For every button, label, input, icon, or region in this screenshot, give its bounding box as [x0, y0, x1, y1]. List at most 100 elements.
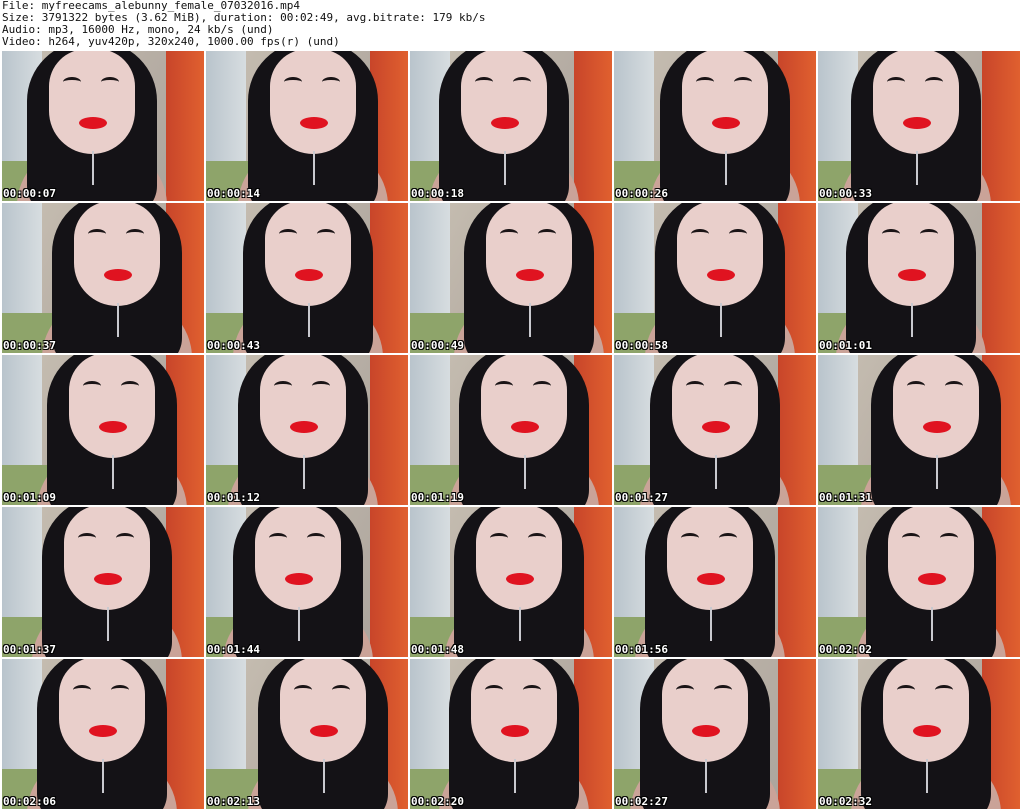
eye [83, 381, 101, 391]
thumbnail-timestamp: 00:01:56 [615, 643, 668, 656]
eye [528, 533, 546, 543]
thumbnail-timestamp: 00:00:33 [819, 187, 872, 200]
eye [274, 381, 292, 391]
face [260, 355, 346, 458]
thumbnail-timestamp: 00:00:14 [207, 187, 260, 200]
necklace [303, 455, 305, 489]
red-lips [491, 117, 519, 129]
face [662, 659, 748, 762]
thumbnail-timestamp: 00:00:43 [207, 339, 260, 352]
face [471, 659, 557, 762]
eye [332, 685, 350, 695]
face [476, 507, 562, 610]
thumbnail-timestamp: 00:02:32 [819, 795, 872, 808]
face [74, 203, 160, 306]
face [677, 203, 763, 306]
video-thumbnail: 00:01:48 [410, 507, 612, 657]
necklace [926, 759, 928, 793]
video-thumbnail: 00:02:20 [410, 659, 612, 809]
necklace [710, 607, 712, 641]
necklace [504, 151, 506, 185]
eye [729, 229, 747, 239]
thumbnail-timestamp: 00:00:58 [615, 339, 668, 352]
eye [312, 381, 330, 391]
eye [691, 229, 709, 239]
necklace [916, 151, 918, 185]
video-thumbnail: 00:02:02 [818, 507, 1020, 657]
red-lips [707, 269, 735, 281]
eye [907, 381, 925, 391]
eye [887, 77, 905, 87]
face [486, 203, 572, 306]
video-thumbnail: 00:02:32 [818, 659, 1020, 809]
video-thumbnail: 00:00:33 [818, 51, 1020, 201]
eye [78, 533, 96, 543]
thumbnail-timestamp: 00:02:02 [819, 643, 872, 656]
video-info-line: Video: h264, yuv420p, 320x240, 1000.00 f… [2, 35, 340, 48]
video-thumbnail: 00:01:09 [2, 355, 204, 505]
video-thumbnail: 00:02:27 [614, 659, 816, 809]
red-lips [697, 573, 725, 585]
video-thumbnail: 00:00:58 [614, 203, 816, 353]
necklace [102, 759, 104, 793]
necklace [524, 455, 526, 489]
eye [935, 685, 953, 695]
red-lips [89, 725, 117, 737]
video-thumbnail: 00:01:12 [206, 355, 408, 505]
orange-chair [370, 507, 408, 657]
eye [719, 533, 737, 543]
thumbnail-timestamp: 00:02:06 [3, 795, 56, 808]
face [280, 659, 366, 762]
eye [284, 77, 302, 87]
video-thumbnail: 00:01:27 [614, 355, 816, 505]
necklace [725, 151, 727, 185]
necklace [911, 303, 913, 337]
video-thumbnail: 00:00:49 [410, 203, 612, 353]
video-thumbnail: 00:02:06 [2, 659, 204, 809]
thumbnail-timestamp: 00:01:48 [411, 643, 464, 656]
red-lips [79, 117, 107, 129]
eye [63, 77, 81, 87]
video-thumbnail: 00:01:37 [2, 507, 204, 657]
necklace [308, 303, 310, 337]
face [672, 355, 758, 458]
video-thumbnail: 00:00:37 [2, 203, 204, 353]
red-lips [104, 269, 132, 281]
eye [882, 229, 900, 239]
necklace [117, 303, 119, 337]
eye [523, 685, 541, 695]
face [883, 659, 969, 762]
necklace [529, 303, 531, 337]
orange-chair [370, 355, 408, 505]
face [49, 51, 135, 154]
eye [724, 381, 742, 391]
face [888, 507, 974, 610]
thumbnail-timestamp: 00:00:07 [3, 187, 56, 200]
face [893, 355, 979, 458]
eye [696, 77, 714, 87]
eye [676, 685, 694, 695]
necklace [313, 151, 315, 185]
video-thumbnail: 00:00:43 [206, 203, 408, 353]
face [64, 507, 150, 610]
eye [121, 381, 139, 391]
eye [902, 533, 920, 543]
thumbnail-timestamp: 00:01:44 [207, 643, 260, 656]
thumbnail-timestamp: 00:01:19 [411, 491, 464, 504]
thumbnail-timestamp: 00:00:37 [3, 339, 56, 352]
eye [920, 229, 938, 239]
red-lips [94, 573, 122, 585]
eye [101, 77, 119, 87]
red-lips [501, 725, 529, 737]
eye [925, 77, 943, 87]
video-thumbnail: 00:01:56 [614, 507, 816, 657]
eye [322, 77, 340, 87]
thumbnail-timestamp: 00:01:09 [3, 491, 56, 504]
red-lips [923, 421, 951, 433]
eye [490, 533, 508, 543]
thumbnail-timestamp: 00:00:49 [411, 339, 464, 352]
thumbnail-timestamp: 00:01:01 [819, 339, 872, 352]
red-lips [310, 725, 338, 737]
thumbnail-timestamp: 00:00:26 [615, 187, 668, 200]
eye [714, 685, 732, 695]
